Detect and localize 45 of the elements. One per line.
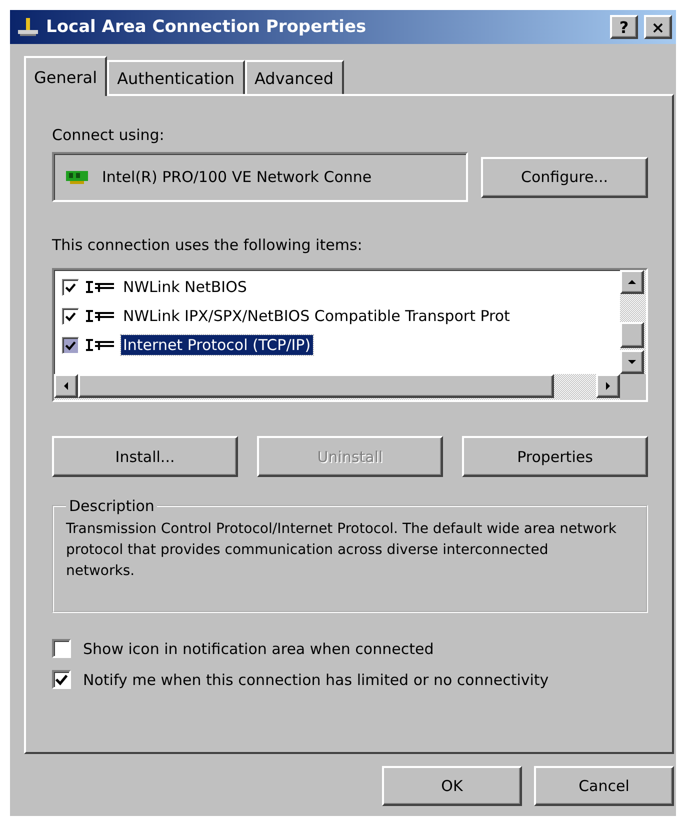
items-label: This connection uses the following items: [52,236,364,254]
scroll-right-button[interactable] [596,374,620,398]
scrollbar-thumb[interactable] [620,322,644,348]
close-button[interactable]: × [644,15,672,39]
network-card-icon [66,169,88,185]
window-title: Local Area Connection Properties [46,17,368,37]
check-icon [65,340,76,350]
item-label[interactable]: NWLink IPX/SPX/NetBIOS Compatible Transport Prot [121,306,512,326]
scroll-left-button[interactable] [54,374,78,398]
protocol-icon [85,309,115,323]
network-icon [16,16,40,38]
protocol-icon [85,338,115,352]
item-action-button[interactable]: Install... [52,436,238,477]
help-button[interactable]: ? [610,15,638,39]
description-text: Transmission Control Protocol/Internet Protocol. The default wide area network protocol that provides communication across diverse interconnected networks. [66,520,618,581]
protocol-icon [85,280,115,294]
connect-using-label: Connect using: [52,126,166,144]
item-checkbox[interactable] [62,336,79,354]
item-label[interactable]: Internet Protocol (TCP/IP) [121,335,313,355]
item-action-button[interactable]: Properties [462,436,648,477]
scroll-down-button[interactable] [620,350,644,374]
checkbox[interactable] [52,639,71,658]
horizontal-scrollbar[interactable] [54,374,620,400]
checkbox[interactable] [52,670,71,689]
right-arrow-icon [603,381,613,391]
scrollbar-thumb[interactable] [78,374,554,398]
adapter-name: Intel(R) PRO/100 VE Network Conne [102,168,372,186]
cancel-button[interactable]: Cancel [534,766,674,806]
down-arrow-icon [627,357,637,367]
check-icon [65,310,76,322]
tab[interactable]: Advanced [244,60,344,94]
item-label[interactable]: NWLink NetBIOS [121,277,249,297]
vertical-scrollbar[interactable] [620,270,646,374]
checkbox-label[interactable]: Show icon in notification area when connected [83,640,434,658]
up-arrow-icon [627,277,637,287]
check-icon [65,282,76,292]
checkbox-label[interactable]: Notify me when this connection has limited or no connectivity [83,670,549,688]
group-title: Description [68,497,156,515]
scroll-up-button[interactable] [620,270,644,294]
tab[interactable]: General [24,56,108,96]
check-icon [55,673,68,686]
tab[interactable]: Authentication [107,60,245,94]
ok-button[interactable]: OK [382,766,522,806]
scrollbar-corner [620,374,646,400]
configure-button[interactable]: Configure... [481,156,648,198]
